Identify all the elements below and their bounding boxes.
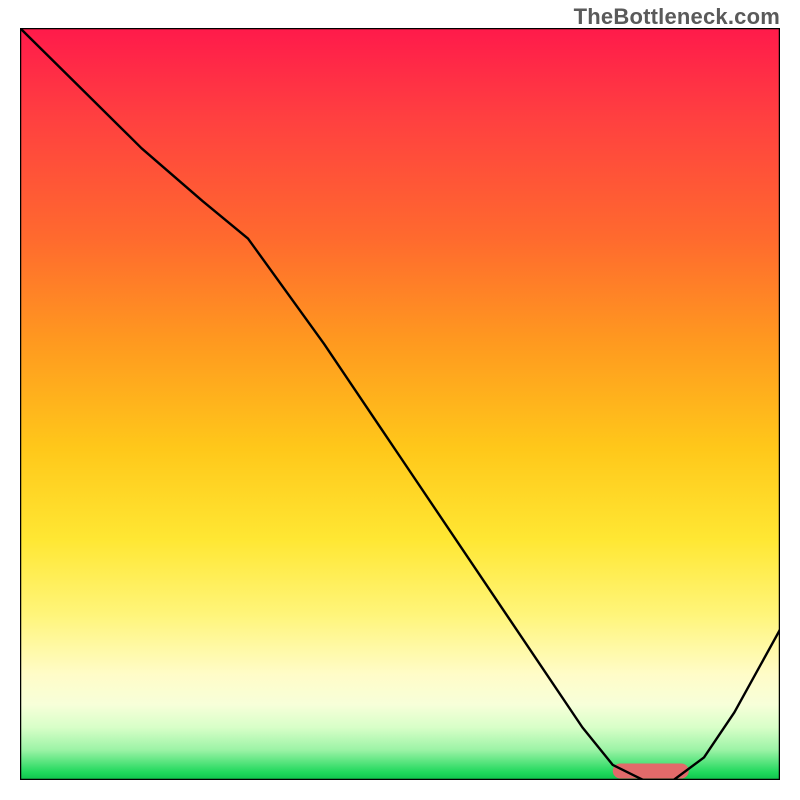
- watermark-text: TheBottleneck.com: [574, 4, 780, 30]
- gradient-background: [20, 28, 780, 780]
